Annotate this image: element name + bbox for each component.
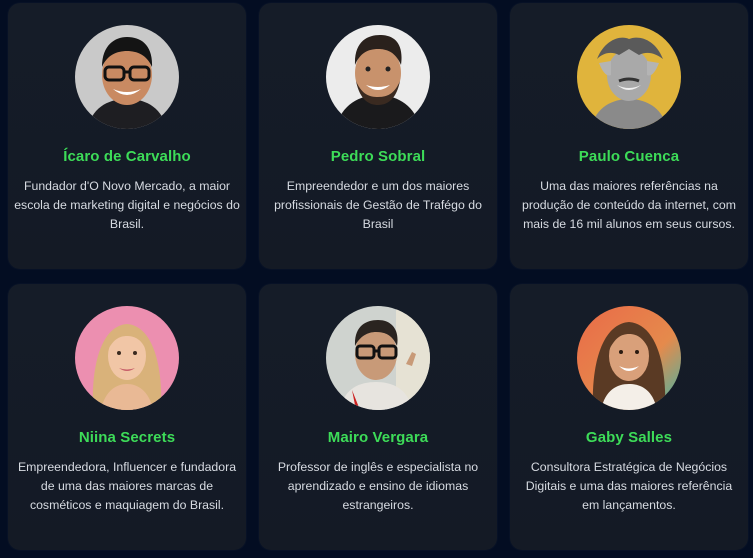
speaker-photo xyxy=(577,25,681,129)
speaker-name: Gaby Salles xyxy=(585,429,673,446)
speaker-name: Mairo Vergara xyxy=(327,429,429,446)
speaker-description: Consultora Estratégica de Negócios Digit… xyxy=(525,460,733,512)
speaker-description: Uma das maiores referências na produção … xyxy=(522,179,736,231)
speaker-photo xyxy=(75,306,179,410)
speaker-photo xyxy=(75,25,179,129)
speaker-description: Professor de inglês e especialista no ap… xyxy=(277,460,479,512)
speaker-photo xyxy=(326,306,430,410)
speaker-name: Pedro Sobral xyxy=(330,148,426,165)
speaker-description: Empreendedora, Influencer e fundadora de… xyxy=(17,460,237,512)
speaker-name: Ícaro de Carvalho xyxy=(63,148,191,165)
speaker-card-niina: Niina Secrets Empreendedora, Influencer … xyxy=(8,284,246,550)
speaker-photo xyxy=(577,306,681,410)
speaker-name: Niina Secrets xyxy=(78,429,176,446)
speaker-card-paulo: Paulo Cuenca Uma das maiores referências… xyxy=(510,3,748,269)
speaker-card-mairo: Mairo Vergara Professor de inglês e espe… xyxy=(259,284,497,550)
speaker-description: Empreendedor e um dos maiores profission… xyxy=(274,179,482,231)
speaker-photo xyxy=(326,25,430,129)
speaker-card-icaro: Ícaro de Carvalho Fundador d'O Novo Merc… xyxy=(8,3,246,269)
speaker-name: Paulo Cuenca xyxy=(578,148,680,165)
speaker-card-pedro: Pedro Sobral Empreendedor e um dos maior… xyxy=(259,3,497,269)
speakers-grid: Ícaro de Carvalho Fundador d'O Novo Merc… xyxy=(0,0,753,558)
speaker-card-gaby: Gaby Salles Consultora Estratégica de Ne… xyxy=(510,284,748,550)
speaker-description: Fundador d'O Novo Mercado, a maior escol… xyxy=(14,179,240,231)
